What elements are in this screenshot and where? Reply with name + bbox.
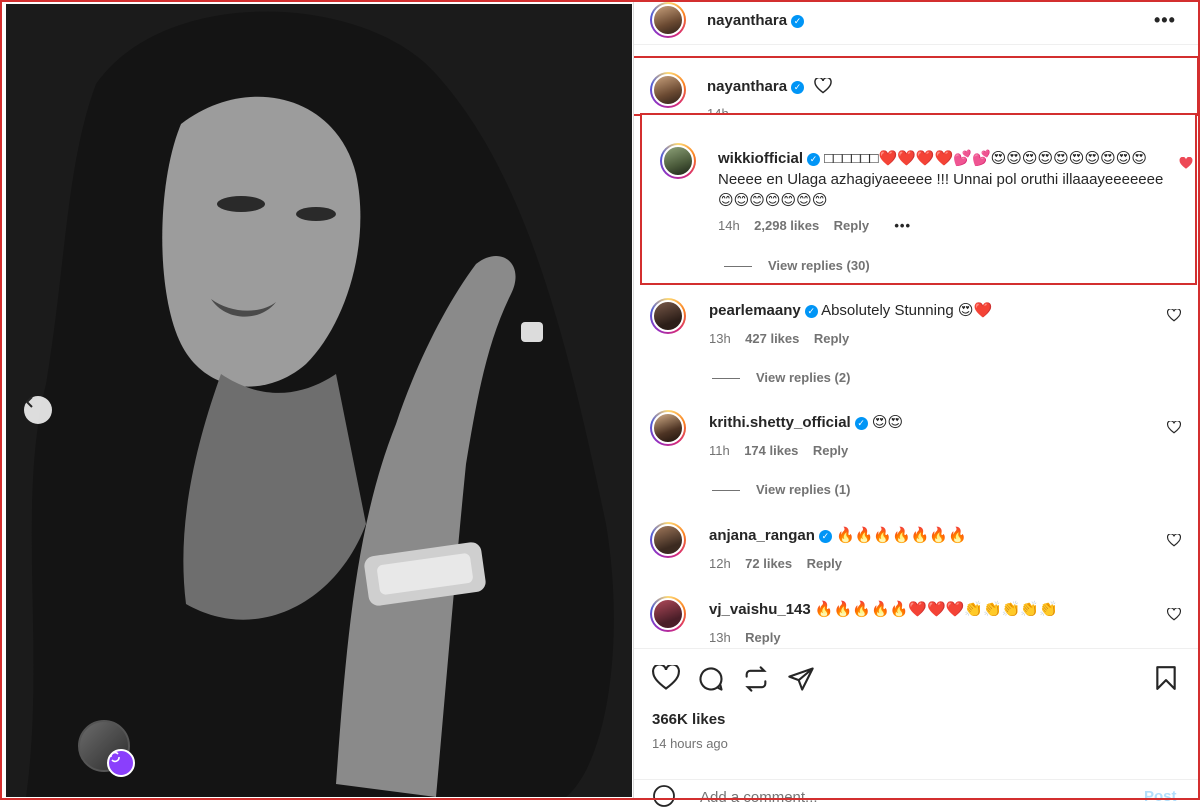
- comment-meta: 12h 72 likes Reply: [709, 556, 842, 571]
- comment-more-button[interactable]: •••: [894, 218, 911, 233]
- comment-time: 14h: [718, 218, 740, 233]
- author-username-text[interactable]: nayanthara: [707, 12, 787, 29]
- comment-likes[interactable]: 427 likes: [745, 331, 799, 346]
- comment-body: 😍😍: [871, 414, 904, 431]
- view-replies-button[interactable]: View replies (2): [712, 370, 850, 385]
- comment-avatar[interactable]: [650, 410, 686, 446]
- view-replies-button[interactable]: View replies (30): [724, 258, 870, 273]
- caption-username-text[interactable]: nayanthara: [707, 78, 787, 95]
- reply-button[interactable]: Reply: [745, 630, 780, 645]
- photo-illustration: [26, 11, 614, 797]
- heart-outline-icon[interactable]: [814, 76, 832, 94]
- post-comment-button[interactable]: Post: [1144, 788, 1177, 805]
- repost-icon[interactable]: [742, 665, 770, 693]
- comment-likes[interactable]: 2,298 likes: [754, 218, 819, 233]
- comment-body: Absolutely Stunning 😍❤️: [821, 302, 993, 319]
- comment-icon[interactable]: [697, 665, 725, 693]
- post-header: nayanthara ✓ •••: [634, 0, 1200, 45]
- verified-icon: ✓: [791, 81, 805, 94]
- comment-time: 11h: [709, 443, 730, 458]
- carousel-previous-button[interactable]: [24, 396, 52, 424]
- highlighted-comment: wikkiofficial ✓ □□□□□□❤️❤️❤️❤️💕💕😍😍😍😍😍😍😍😍😍…: [640, 113, 1197, 285]
- verified-icon: ✓: [818, 530, 832, 543]
- comment-username[interactable]: vj_vaishu_143: [709, 601, 811, 618]
- verified-icon: ✓: [791, 15, 805, 28]
- chevron-left-icon: [25, 396, 33, 408]
- comment-text: anjana_rangan ✓ 🔥🔥🔥🔥🔥🔥🔥: [709, 525, 1149, 546]
- like-comment-icon[interactable]: [1167, 534, 1181, 547]
- repost-icon: [110, 751, 120, 763]
- verified-icon: ✓: [854, 417, 868, 430]
- post-actions: 366K likes 14 hours ago Post: [634, 648, 1200, 807]
- comment-avatar[interactable]: [650, 298, 686, 334]
- post-photo: [6, 4, 632, 797]
- comment-body: 🔥🔥🔥🔥🔥❤️❤️❤️👏👏👏👏👏: [814, 601, 1058, 618]
- comment-avatar[interactable]: [650, 522, 686, 558]
- post-like-count[interactable]: 366K likes: [652, 711, 725, 728]
- more-options-button[interactable]: •••: [1154, 10, 1176, 31]
- comment-username[interactable]: wikkiofficial: [718, 150, 803, 167]
- caption-highlight: nayanthara✓ 14h: [634, 56, 1199, 121]
- comment-time: 12h: [709, 556, 731, 571]
- like-comment-icon[interactable]: [1167, 309, 1181, 322]
- author-username[interactable]: nayanthara ✓: [707, 12, 805, 29]
- comment-avatar[interactable]: [660, 143, 696, 179]
- comment-time: 13h: [709, 630, 731, 645]
- reply-button[interactable]: Reply: [807, 556, 842, 571]
- comment-composer: Post: [634, 779, 1200, 810]
- liked-heart-icon[interactable]: [1179, 157, 1193, 170]
- comment-meta: 14h 2,298 likes Reply •••: [718, 218, 911, 233]
- comment-username[interactable]: krithi.shetty_official: [709, 414, 851, 431]
- caption-avatar[interactable]: [650, 72, 686, 108]
- comment-meta: 11h 174 likes Reply: [709, 443, 848, 458]
- comment-body: 🔥🔥🔥🔥🔥🔥🔥: [836, 527, 967, 544]
- author-avatar[interactable]: [650, 2, 686, 38]
- comment-likes[interactable]: 174 likes: [744, 443, 798, 458]
- comment-text: pearlemaany ✓ Absolutely Stunning 😍❤️: [709, 300, 1149, 321]
- comment-meta: 13h 427 likes Reply: [709, 331, 849, 346]
- like-comment-icon[interactable]: [1167, 608, 1181, 621]
- comment-time: 13h: [709, 331, 731, 346]
- share-icon[interactable]: [787, 665, 815, 693]
- verified-icon: ✓: [804, 305, 818, 318]
- comment-username[interactable]: anjana_rangan: [709, 527, 815, 544]
- comment-text: wikkiofficial ✓ □□□□□□❤️❤️❤️❤️💕💕😍😍😍😍😍😍😍😍😍…: [718, 148, 1168, 211]
- comment-avatar[interactable]: [650, 596, 686, 632]
- verified-icon: ✓: [807, 153, 821, 166]
- like-comment-icon[interactable]: [1167, 421, 1181, 434]
- like-post-icon[interactable]: [652, 665, 680, 691]
- reply-button[interactable]: Reply: [814, 331, 849, 346]
- comment-input[interactable]: [698, 788, 1102, 807]
- comment-likes[interactable]: 72 likes: [745, 556, 792, 571]
- comment-username[interactable]: pearlemaany: [709, 302, 801, 319]
- caption-username[interactable]: nayanthara ✓: [707, 76, 832, 95]
- reply-button[interactable]: Reply: [813, 443, 848, 458]
- comment-meta: 13h Reply: [709, 630, 781, 645]
- comment-text: vj_vaishu_143 🔥🔥🔥🔥🔥❤️❤️❤️👏👏👏👏👏: [709, 599, 1149, 620]
- collab-badge: [107, 749, 135, 777]
- reply-button[interactable]: Reply: [834, 218, 869, 233]
- bookmark-icon[interactable]: [1154, 665, 1178, 691]
- post-timestamp: 14 hours ago: [652, 736, 728, 751]
- comment-text: krithi.shetty_official ✓ 😍😍: [709, 412, 1149, 433]
- emoji-icon[interactable]: [652, 784, 676, 808]
- view-replies-button[interactable]: View replies (1): [712, 482, 850, 497]
